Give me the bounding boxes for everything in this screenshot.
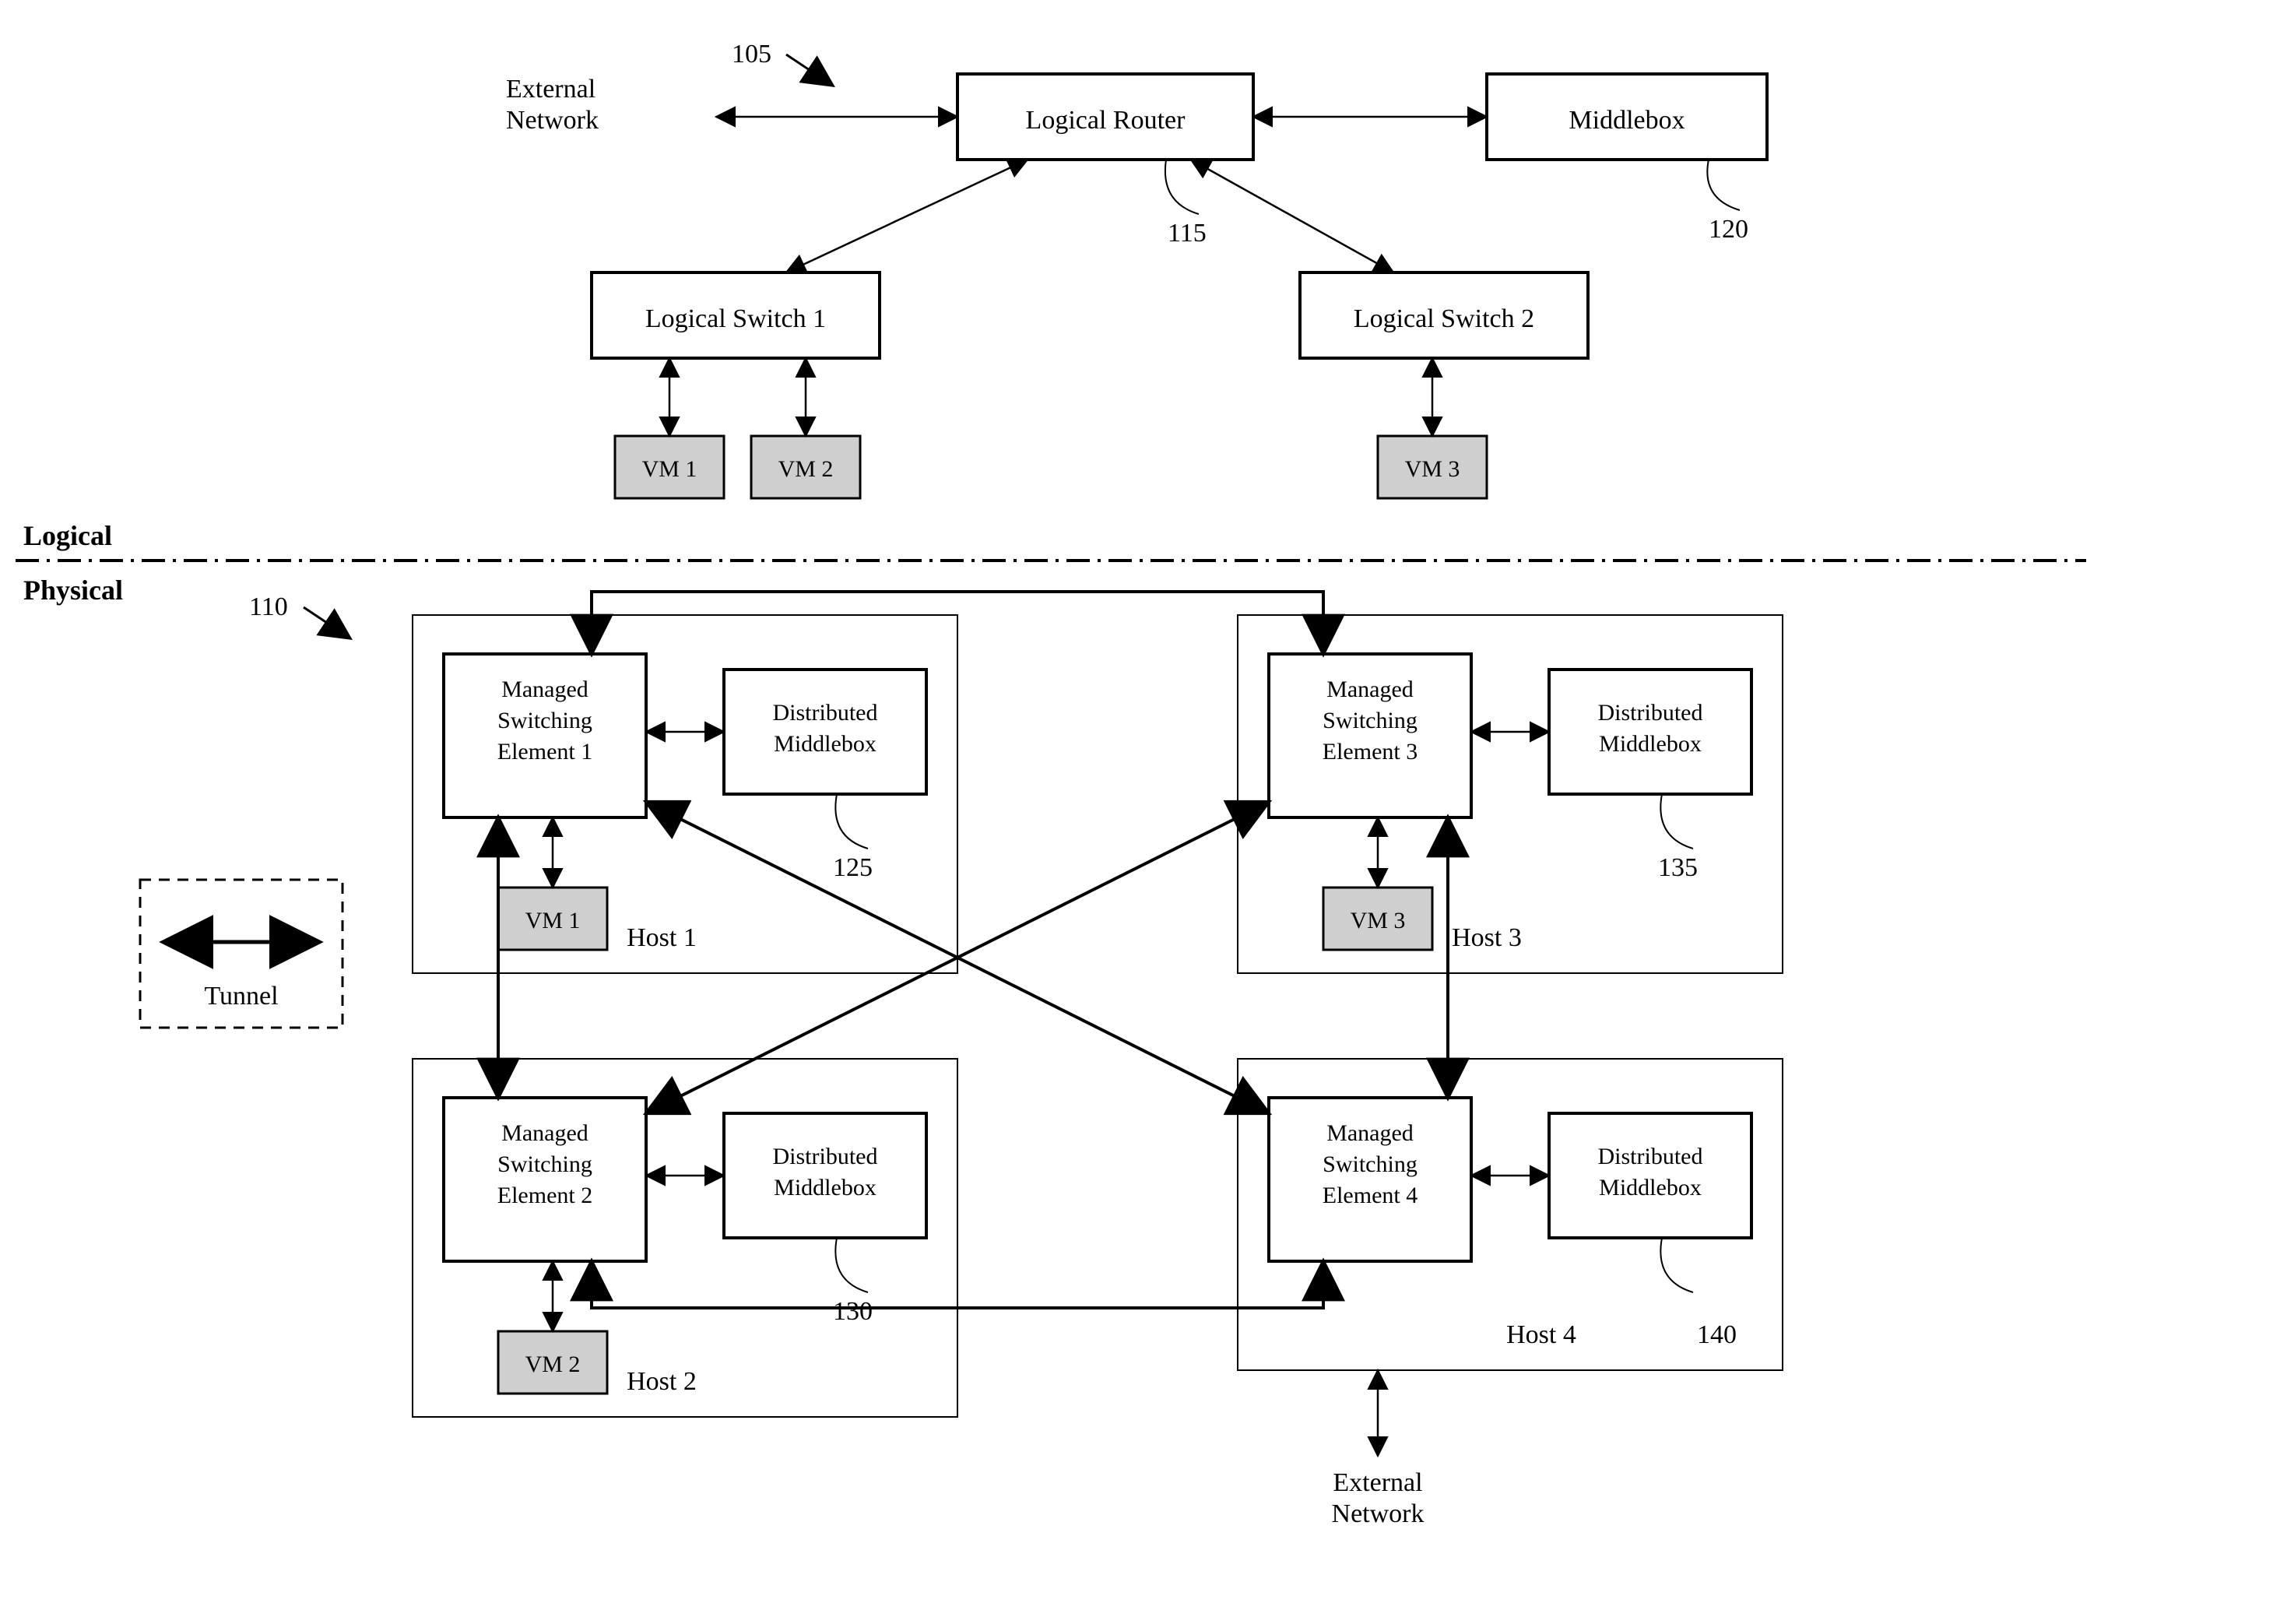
ref-125: 125 [833,853,873,882]
dmb2-l2: Middlebox [774,1175,877,1200]
mse3-l1: Managed [1326,677,1414,702]
mse2-l1: Managed [501,1120,588,1146]
mse1-l2: Switching [497,708,592,733]
vm2-logical-label: VM 2 [778,456,834,482]
middlebox-label: Middlebox [1569,106,1685,135]
logical-switch-1-label: Logical Switch 1 [645,304,826,333]
dmb1-l1: Distributed [773,700,878,726]
mse4-l2: Switching [1323,1151,1418,1177]
host1-label: Host 1 [627,923,697,952]
host2-label: Host 2 [627,1367,697,1396]
legend-tunnel-label: Tunnel [204,982,278,1011]
ref-115: 115 [1168,219,1207,248]
external-network-top-1: External [506,75,595,104]
vm1-phys-label: VM 1 [525,908,581,933]
ref-130: 130 [833,1297,873,1326]
mse1-l1: Managed [501,677,588,702]
mse4-l3: Element 4 [1323,1183,1418,1208]
logical-switch-2-label: Logical Switch 2 [1354,304,1534,333]
dmb4-l1: Distributed [1598,1144,1703,1169]
mse1-l3: Element 1 [497,739,592,765]
mse3-l2: Switching [1323,708,1418,733]
vm1-logical-label: VM 1 [642,456,697,482]
dmb2-l1: Distributed [773,1144,878,1169]
mse2-l2: Switching [497,1151,592,1177]
dmb3-l1: Distributed [1598,700,1703,726]
dmb1-l2: Middlebox [774,731,877,757]
host4-label: Host 4 [1506,1320,1576,1349]
logical-section-label: Logical [23,520,112,551]
external-network-top-2: Network [506,106,599,135]
dmb4-l2: Middlebox [1599,1175,1702,1200]
external-bottom-2: Network [1332,1499,1425,1528]
logical-router-label: Logical Router [1026,106,1186,135]
external-bottom-1: External [1333,1468,1422,1497]
vm3-logical-label: VM 3 [1405,456,1460,482]
ref-105: 105 [732,40,771,69]
vm3-phys-label: VM 3 [1351,908,1406,933]
ref-110: 110 [249,592,288,621]
dmb3-l2: Middlebox [1599,731,1702,757]
mse3-l3: Element 3 [1323,739,1418,765]
mse2-l3: Element 2 [497,1183,592,1208]
vm2-phys-label: VM 2 [525,1352,581,1377]
physical-section-label: Physical [23,575,123,606]
ref-135: 135 [1658,853,1698,882]
ref-120: 120 [1709,215,1748,244]
host3-label: Host 3 [1452,923,1522,952]
mse4-l1: Managed [1326,1120,1414,1146]
ref-140: 140 [1697,1320,1737,1349]
